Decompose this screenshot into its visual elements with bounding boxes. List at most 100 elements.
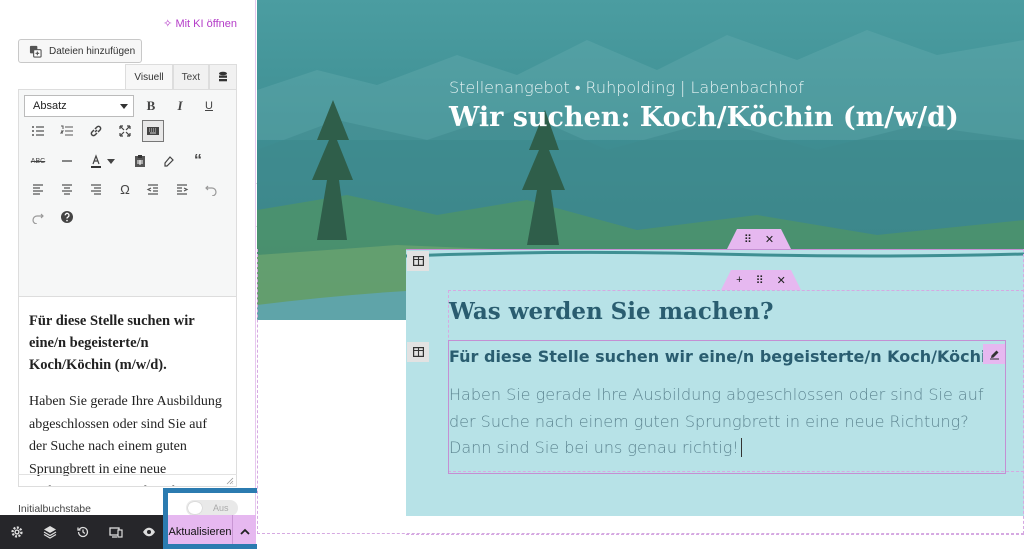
add-media-icon [29, 45, 42, 58]
pencil-icon [989, 350, 999, 359]
close-icon[interactable]: ✕ [765, 233, 774, 246]
close-icon[interactable]: ✕ [777, 274, 786, 287]
redo-icon [32, 213, 44, 224]
layers-button[interactable] [33, 515, 67, 549]
add-files-label: Dateien hinzufügen [49, 45, 136, 57]
drag-handle-icon[interactable]: ⠿ [756, 274, 764, 287]
editor-content[interactable]: Für diese Stelle suchen wir eine/n begei… [18, 297, 237, 487]
align-right-button[interactable] [85, 178, 107, 200]
history-button[interactable] [66, 515, 100, 549]
align-left-button[interactable] [27, 178, 49, 200]
fullscreen-button[interactable] [114, 120, 136, 142]
section-controls: ⠿ ✕ [727, 229, 791, 249]
section-heading[interactable]: Was werden Sie machen? [449, 298, 773, 325]
align-right-icon [91, 184, 101, 195]
italic-button[interactable]: I [169, 95, 191, 117]
outdent-button[interactable] [142, 178, 164, 200]
section-layout-button[interactable] [407, 251, 429, 271]
redo-button[interactable] [27, 206, 49, 228]
undo-button[interactable] [200, 178, 222, 200]
gear-icon [11, 526, 23, 538]
editor-tabs: Visuell Text [125, 64, 237, 89]
bullet-list-button[interactable] [27, 120, 49, 142]
align-left-icon [33, 184, 43, 195]
numbered-list-button[interactable] [56, 120, 78, 142]
keyboard-icon [147, 127, 159, 135]
help-icon [61, 211, 73, 223]
paste-text-icon [135, 155, 145, 167]
preview-paragraph-text: Haben Sie gerade Ihre Ausbildung abgesch… [449, 385, 984, 457]
bullet-list-icon [32, 126, 44, 136]
outdent-icon [146, 184, 158, 195]
undo-icon [205, 185, 217, 196]
section-bottom-outline [406, 534, 1024, 535]
database-icon [219, 71, 227, 82]
columns-icon [412, 347, 424, 357]
row-controls: + ⠿ ✕ [721, 270, 801, 290]
underline-button[interactable]: U [198, 95, 220, 117]
drag-handle-icon[interactable]: ⠿ [744, 233, 752, 246]
column-layout-button[interactable] [407, 342, 429, 362]
database-tab[interactable] [209, 64, 237, 89]
clear-formatting-button[interactable] [158, 150, 180, 172]
initial-letter-label: Initialbuchstabe [18, 503, 91, 515]
layers-icon [43, 526, 57, 539]
format-select-value: Absatz [33, 100, 67, 112]
indent-button[interactable] [171, 178, 193, 200]
open-with-ai-link[interactable]: ✧ Mit KI öffnen [163, 17, 237, 30]
underline-icon: U [205, 100, 213, 112]
editor-panel: ✧ Mit KI öffnen Dateien hinzufügen Visue… [0, 0, 256, 549]
hero-title: Wir suchen: Koch/Köchin (m/w/d) [449, 102, 959, 133]
add-files-button[interactable]: Dateien hinzufügen [18, 39, 142, 63]
editor-toolbar: Absatz B I U ABC “ Ω [18, 89, 237, 297]
blockquote-icon: “ [194, 152, 202, 169]
responsive-mode-button[interactable] [99, 515, 133, 549]
text-color-dropdown[interactable] [104, 150, 118, 172]
horizontal-line-icon [62, 160, 72, 162]
bold-button[interactable]: B [140, 95, 162, 117]
numbered-list-icon [60, 125, 73, 136]
tab-text[interactable]: Text [172, 64, 209, 89]
preview-button[interactable] [132, 515, 166, 549]
text-color-icon [91, 154, 101, 168]
indent-icon [177, 184, 189, 195]
responsive-icon [109, 527, 123, 538]
resize-grip-icon [226, 477, 234, 485]
settings-button[interactable] [0, 515, 34, 549]
link-button[interactable] [85, 120, 107, 142]
fullscreen-icon [119, 125, 131, 137]
chevron-down-icon [120, 104, 128, 109]
add-icon[interactable]: + [736, 274, 742, 286]
align-center-button[interactable] [56, 178, 78, 200]
blockquote-button[interactable]: “ [187, 150, 209, 172]
toolbar-toggle-button[interactable] [142, 120, 164, 142]
tab-visual[interactable]: Visuell [125, 64, 173, 89]
paste-text-button[interactable] [129, 150, 151, 172]
clear-formatting-icon [164, 156, 174, 167]
columns-icon [412, 256, 424, 266]
history-icon [77, 526, 89, 538]
chevron-down-icon [107, 158, 115, 164]
help-button[interactable] [56, 206, 78, 228]
align-center-icon [62, 184, 72, 195]
wysiwyg-editor: Visuell Text Absatz B I U ABC “ Ω Für di… [18, 64, 237, 487]
italic-icon: I [177, 98, 183, 113]
strikethrough-button[interactable]: ABC [27, 150, 49, 172]
eye-icon [143, 527, 155, 537]
content-bold-text: Für diese Stelle suchen wir eine/n begei… [29, 313, 195, 373]
bold-icon: B [146, 98, 156, 113]
text-caret [740, 438, 742, 457]
special-character-button[interactable]: Ω [114, 178, 136, 200]
omega-icon: Ω [120, 181, 130, 197]
content-paragraph: Haben Sie gerade Ihre Ausbildung abgesch… [29, 394, 222, 486]
edit-module-button[interactable] [983, 344, 1005, 364]
preview-bold-text[interactable]: Für diese Stelle suchen wir eine/n begei… [449, 347, 987, 366]
wave-divider [406, 250, 1024, 262]
page-preview: Stellenangebot • Ruhpolding | Labenbachh… [257, 0, 1024, 549]
format-select[interactable]: Absatz [24, 95, 134, 117]
strikethrough-icon: ABC [30, 157, 46, 165]
horizontal-line-button[interactable] [56, 150, 78, 172]
preview-paragraph[interactable]: Haben Sie gerade Ihre Ausbildung abgesch… [449, 382, 994, 462]
link-icon [90, 125, 102, 137]
editor-resize-bar[interactable] [18, 474, 237, 487]
